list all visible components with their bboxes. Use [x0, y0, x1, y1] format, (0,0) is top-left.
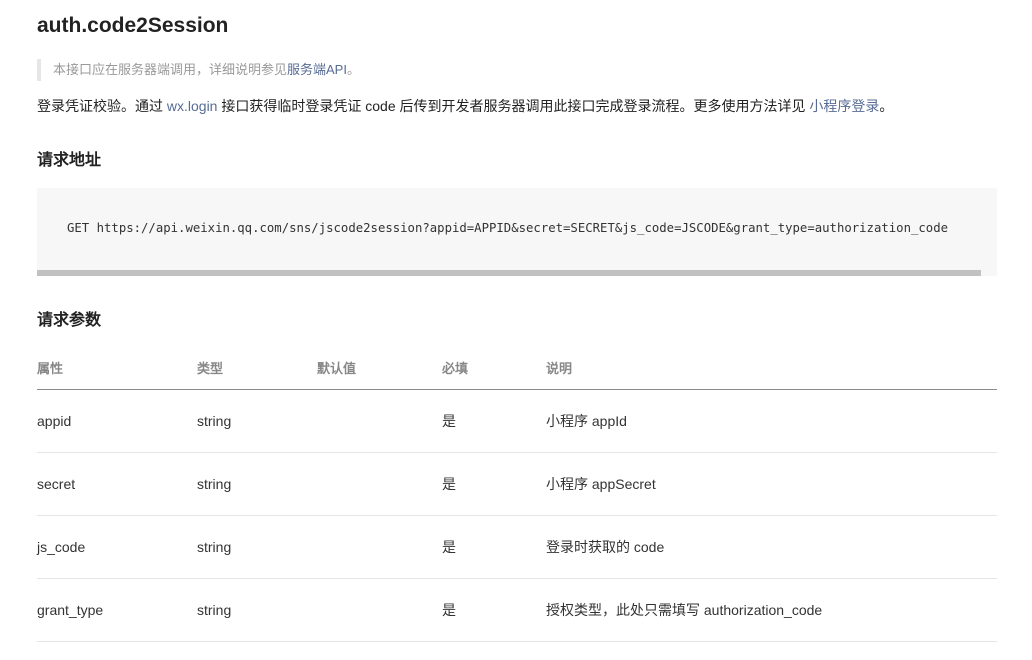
description-text-1: 登录凭证校验。通过	[37, 98, 167, 114]
cell-description: 小程序 appSecret	[546, 476, 656, 492]
request-url-heading: 请求地址	[37, 152, 102, 169]
wx-login-link[interactable]: wx.login	[167, 98, 218, 114]
page-title: auth.code2Session	[37, 14, 229, 37]
note-text: 本接口应在服务器端调用，详细说明参见	[53, 62, 288, 77]
request-params-heading: 请求参数	[37, 312, 102, 329]
cell-attribute: grant_type	[37, 602, 104, 618]
description-text-3: 。	[879, 98, 894, 114]
cell-type: string	[197, 413, 232, 429]
table-row: appid string 是 小程序 appId	[37, 390, 997, 453]
doc-page: auth.code2Session 本接口应在服务器端调用，详细说明参见服务端A…	[0, 0, 1032, 660]
header-required: 必填	[442, 361, 469, 376]
header-attribute: 属性	[37, 361, 64, 376]
cell-required: 是	[442, 602, 456, 618]
code-block: GET https://api.weixin.qq.com/sns/jscode…	[37, 188, 997, 276]
cell-type: string	[197, 539, 232, 555]
cell-description: 授权类型，此处只需填写 authorization_code	[546, 602, 823, 618]
server-api-link[interactable]: 服务端API	[287, 62, 347, 77]
table-row: js_code string 是 登录时获取的 code	[37, 516, 997, 579]
cell-attribute: secret	[37, 476, 76, 492]
table-header: 属性 类型 默认值 必填 说明	[37, 350, 997, 390]
header-type: 类型	[197, 361, 224, 376]
cell-type: string	[197, 602, 232, 618]
params-table: 属性 类型 默认值 必填 说明 appid string 是 小程序 appId…	[37, 350, 997, 642]
cell-description: 登录时获取的 code	[546, 539, 665, 555]
header-default: 默认值	[317, 361, 357, 376]
miniprogram-login-link[interactable]: 小程序登录	[809, 98, 879, 114]
table-row: grant_type string 是 授权类型，此处只需填写 authoriz…	[37, 579, 997, 642]
cell-attribute: js_code	[37, 539, 86, 555]
header-description: 说明	[546, 361, 573, 376]
code-horizontal-scrollbar[interactable]	[37, 270, 981, 276]
cell-attribute: appid	[37, 413, 72, 429]
cell-type: string	[197, 476, 232, 492]
note-blockquote: 本接口应在服务器端调用，详细说明参见服务端API。	[37, 59, 360, 81]
cell-description: 小程序 appId	[546, 413, 627, 429]
cell-required: 是	[442, 539, 456, 555]
note-suffix: 。	[346, 62, 360, 77]
table-row: secret string 是 小程序 appSecret	[37, 453, 997, 516]
description-text-2: 接口获得临时登录凭证 code 后传到开发者服务器调用此接口完成登录流程。更多使…	[217, 98, 810, 114]
request-url-code: GET https://api.weixin.qq.com/sns/jscode…	[67, 221, 948, 235]
cell-required: 是	[442, 476, 456, 492]
description: 登录凭证校验。通过 wx.login 接口获得临时登录凭证 code 后传到开发…	[37, 95, 893, 117]
cell-required: 是	[442, 413, 456, 429]
